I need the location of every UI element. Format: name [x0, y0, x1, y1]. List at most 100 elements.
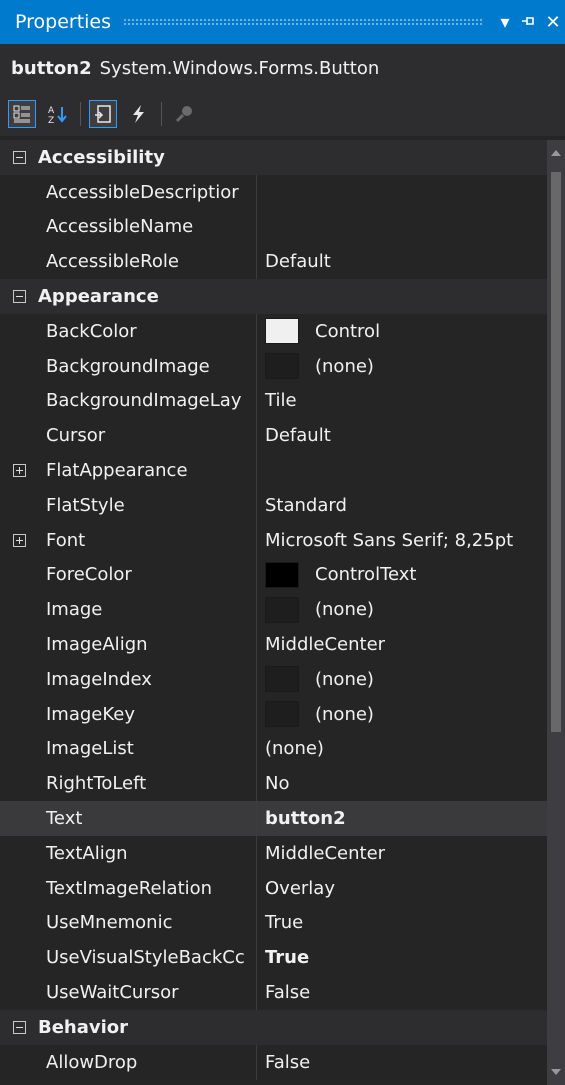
title-bar-grip[interactable] [123, 18, 483, 26]
property-name[interactable]: Cursor [38, 418, 257, 454]
property-row-textimagerelation[interactable]: TextImageRelation Overlay [0, 870, 547, 906]
property-value[interactable] [257, 210, 547, 245]
property-value[interactable]: Control [257, 314, 547, 349]
property-value[interactable]: MiddleCenter [257, 627, 547, 662]
property-row-righttoleft[interactable]: RightToLeft No [0, 766, 547, 802]
property-value[interactable]: Overlay [257, 871, 547, 906]
property-value[interactable]: button2 [257, 801, 547, 836]
property-row-accessibledescriptior[interactable]: AccessibleDescriptior [0, 174, 547, 210]
object-selector[interactable]: button2 System.Windows.Forms.Button [0, 44, 565, 92]
property-name[interactable]: BackgroundImage [38, 348, 257, 384]
property-row-accessiblerole[interactable]: AccessibleRole Default [0, 244, 547, 280]
property-name[interactable]: ImageIndex [38, 661, 257, 697]
property-name[interactable]: RightToLeft [38, 766, 257, 802]
property-value[interactable] [257, 453, 547, 488]
property-value[interactable]: (none) [257, 349, 547, 384]
property-name[interactable]: BackgroundImageLay [38, 383, 257, 419]
property-row-allowdrop[interactable]: AllowDrop False [0, 1044, 547, 1080]
property-name[interactable]: AccessibleName [38, 209, 257, 245]
properties-icon[interactable] [89, 100, 117, 128]
property-name[interactable]: AllowDrop [38, 1044, 257, 1080]
property-row-imagekey[interactable]: ImageKey (none) [0, 696, 547, 732]
collapse-icon[interactable] [12, 1020, 26, 1034]
property-row-text[interactable]: Text button2 [0, 801, 547, 836]
property-row-imagelist[interactable]: ImageList (none) [0, 731, 547, 767]
dropdown-arrow-icon[interactable]: ▾ [493, 12, 517, 33]
category-behavior[interactable]: Behavior [0, 1009, 547, 1045]
property-value-text: Tile [265, 390, 297, 412]
scroll-down-arrow-icon[interactable] [551, 1069, 561, 1075]
property-name[interactable]: Text [38, 801, 257, 836]
property-row-forecolor[interactable]: ForeColor ControlText [0, 557, 547, 593]
property-name[interactable]: UseMnemonic [38, 905, 257, 941]
property-name[interactable]: AccessibleDescriptior [38, 174, 257, 210]
property-name[interactable]: ForeColor [38, 557, 257, 593]
property-name[interactable]: UseWaitCursor [38, 975, 257, 1010]
property-name[interactable]: ImageAlign [38, 627, 257, 662]
property-row-usemnemonic[interactable]: UseMnemonic True [0, 905, 547, 941]
property-row-flatstyle[interactable]: FlatStyle Standard [0, 487, 547, 523]
property-row-font[interactable]: Font Microsoft Sans Serif; 8,25pt [0, 522, 547, 558]
property-name[interactable]: UseVisualStyleBackCc [38, 940, 257, 976]
property-value[interactable]: ControlText [257, 558, 547, 593]
property-row-image[interactable]: Image (none) [0, 592, 547, 628]
property-value[interactable]: Standard [257, 488, 547, 523]
categorized-icon[interactable] [8, 100, 36, 128]
pin-icon[interactable] [517, 12, 541, 33]
property-name[interactable]: ImageList [38, 731, 257, 767]
vertical-scrollbar[interactable] [547, 140, 565, 1085]
property-row-usevisualstylebackcc[interactable]: UseVisualStyleBackCc True [0, 940, 547, 976]
collapse-icon[interactable] [12, 150, 26, 164]
scrollbar-thumb[interactable] [551, 172, 561, 732]
property-row-usewaitcursor[interactable]: UseWaitCursor False [0, 975, 547, 1010]
property-name[interactable]: ImageKey [38, 696, 257, 732]
property-value[interactable]: MiddleCenter [257, 836, 547, 871]
property-value[interactable]: False [257, 1045, 547, 1080]
property-row-imagealign[interactable]: ImageAlign MiddleCenter [0, 627, 547, 662]
collapse-icon[interactable] [12, 290, 26, 304]
svg-text:A: A [48, 106, 55, 116]
expand-icon[interactable] [12, 464, 26, 478]
property-value[interactable]: False [257, 975, 547, 1010]
property-name[interactable]: TextImageRelation [38, 870, 257, 906]
property-name[interactable]: BackColor [38, 313, 257, 349]
scroll-up-arrow-icon[interactable] [551, 150, 561, 156]
property-value[interactable]: No [257, 766, 547, 801]
property-value[interactable]: True [257, 940, 547, 975]
gutter [0, 314, 38, 349]
property-value[interactable]: (none) [257, 697, 547, 732]
property-name[interactable]: FlatAppearance [38, 453, 257, 488]
events-icon[interactable] [125, 100, 153, 128]
property-row-backgroundimagelay[interactable]: BackgroundImageLay Tile [0, 383, 547, 419]
property-row-flatappearance[interactable]: FlatAppearance [0, 453, 547, 488]
property-value[interactable]: (none) [257, 662, 547, 697]
property-value[interactable]: Tile [257, 384, 547, 419]
property-name[interactable]: Image [38, 592, 257, 628]
expand-icon[interactable] [12, 533, 26, 547]
property-value[interactable] [257, 175, 547, 210]
property-value[interactable]: (none) [257, 732, 547, 767]
property-name[interactable]: AccessibleRole [38, 244, 257, 280]
property-row-backcolor[interactable]: BackColor Control [0, 313, 547, 349]
property-row-backgroundimage[interactable]: BackgroundImage (none) [0, 348, 547, 384]
category-appearance[interactable]: Appearance [0, 279, 547, 314]
alphabetical-icon[interactable]: A Z [44, 100, 72, 128]
property-row-cursor[interactable]: Cursor Default [0, 418, 547, 454]
property-row-accessiblename[interactable]: AccessibleName [0, 209, 547, 245]
property-value[interactable]: Default [257, 418, 547, 453]
property-pages-icon[interactable] [170, 100, 198, 128]
property-value[interactable]: Default [257, 244, 547, 279]
property-name[interactable]: TextAlign [38, 835, 257, 871]
category-accessibility[interactable]: Accessibility [0, 140, 547, 175]
property-name[interactable]: FlatStyle [38, 487, 257, 523]
gutter [0, 871, 38, 906]
property-row-textalign[interactable]: TextAlign MiddleCenter [0, 835, 547, 871]
property-name[interactable]: Font [38, 522, 257, 558]
property-row-imageindex[interactable]: ImageIndex (none) [0, 661, 547, 697]
property-value[interactable]: Microsoft Sans Serif; 8,25pt [257, 523, 547, 558]
close-icon[interactable]: ✕ [541, 12, 565, 33]
object-name: button2 [11, 57, 92, 79]
gutter [0, 975, 38, 1010]
property-value[interactable]: True [257, 906, 547, 941]
property-value[interactable]: (none) [257, 592, 547, 627]
